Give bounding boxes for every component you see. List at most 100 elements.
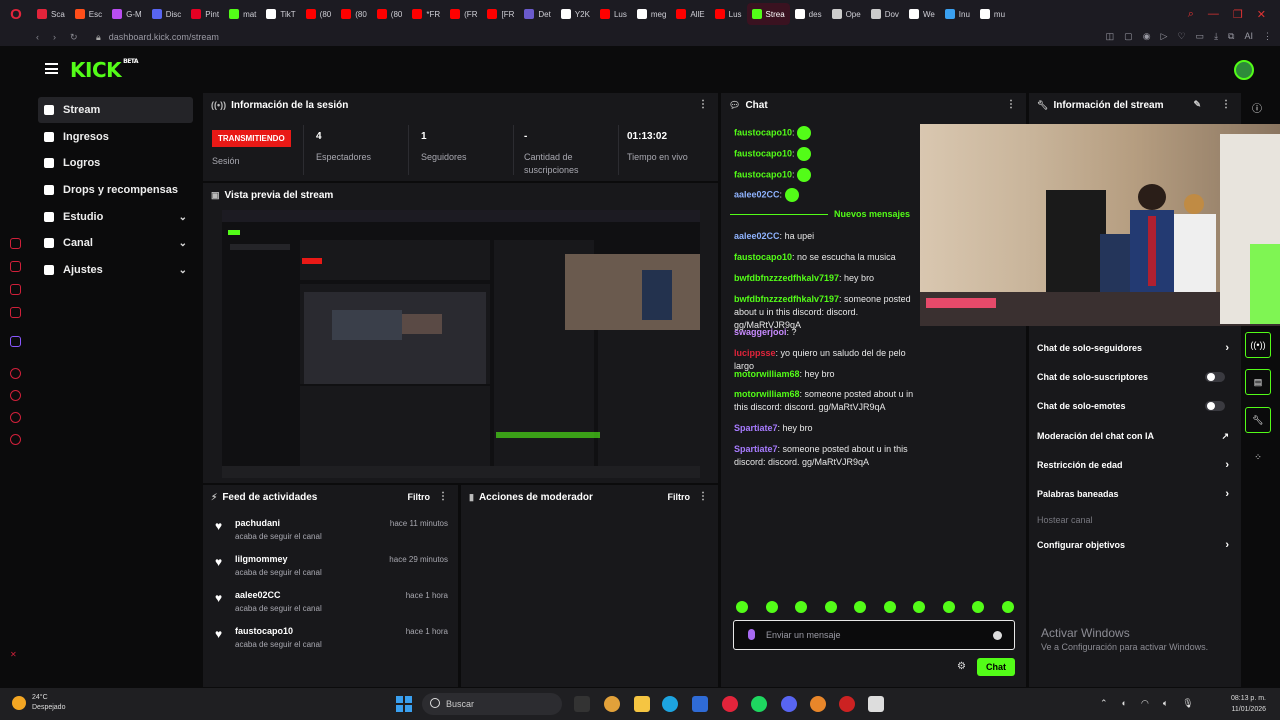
sidebar-app-icon[interactable] <box>10 390 21 401</box>
filter-button[interactable]: Filtro <box>668 492 691 502</box>
more-options-icon[interactable]: ⋮ <box>698 491 708 502</box>
more-options-icon[interactable]: ⋮ <box>698 99 708 110</box>
browser-tab[interactable]: Lus <box>710 3 747 25</box>
browser-tab[interactable]: Disc <box>147 3 187 25</box>
chat-username[interactable]: bwfdbfnzzzedfhkalv7197 <box>734 273 839 283</box>
app-icon[interactable] <box>810 696 826 712</box>
chat-username[interactable]: faustocapo10 <box>734 127 792 137</box>
emote-icon[interactable] <box>942 601 955 613</box>
browser-tab[interactable]: AllE <box>671 3 709 25</box>
browser-tab[interactable]: We <box>904 3 940 25</box>
more-options-icon[interactable]: ⋮ <box>1221 99 1231 110</box>
stream-control-row[interactable]: Restricción de edad › <box>1037 456 1229 474</box>
heart-icon[interactable]: ♡ <box>1177 31 1185 42</box>
chat-username[interactable]: Spartiate7 <box>734 423 778 433</box>
toggle-switch[interactable] <box>1205 372 1225 382</box>
chat-username[interactable]: bwfdbfnzzzedfhkalv7197 <box>734 294 839 304</box>
hamburger-menu-icon[interactable] <box>45 63 58 74</box>
chat-username[interactable]: motorwilliam68 <box>734 389 800 399</box>
emote-icon[interactable] <box>854 601 867 613</box>
network-icon[interactable]: ◐ <box>1122 698 1127 709</box>
opera-icon[interactable] <box>722 696 738 712</box>
browser-tab[interactable]: des <box>790 3 827 25</box>
browser-tab[interactable]: G-M <box>107 3 147 25</box>
chat-username[interactable]: lucippsse <box>734 348 776 358</box>
activity-user[interactable]: faustocapo10 <box>235 626 293 636</box>
sidebar-app-icon[interactable] <box>10 261 21 272</box>
browser-tab[interactable]: (80 <box>372 3 408 25</box>
obs-icon[interactable] <box>868 696 884 712</box>
browser-tab[interactable]: (80 <box>301 3 337 25</box>
microphone-icon[interactable] <box>748 629 755 640</box>
discord-icon[interactable] <box>781 696 797 712</box>
browser-tab[interactable]: TikT <box>261 3 300 25</box>
browser-tab[interactable]: Sca <box>32 3 70 25</box>
emote-icon[interactable] <box>913 601 926 613</box>
chat-username[interactable]: aalee02CC <box>734 231 780 241</box>
volume-icon[interactable]: 🔈︎ <box>1163 698 1168 709</box>
minimize-icon[interactable]: — <box>1208 8 1219 20</box>
sidebar-item-2[interactable]: Logros <box>38 150 193 176</box>
activity-user[interactable]: pachudani <box>235 518 280 528</box>
browser-tab[interactable]: mat <box>224 3 261 25</box>
activity-user[interactable]: aalee02CC <box>235 590 281 600</box>
browser-tab[interactable]: Lus <box>595 3 632 25</box>
chat-username[interactable]: swaggerjooi <box>734 327 787 337</box>
chat-username[interactable]: faustocapo10 <box>734 148 792 158</box>
emote-icon[interactable] <box>765 601 778 613</box>
stream-preview-video[interactable] <box>222 210 700 478</box>
sidebar-app-icon[interactable] <box>10 284 21 295</box>
kick-logo[interactable]: KICK BETA <box>70 58 139 82</box>
browser-tab[interactable]: Strea <box>746 3 790 25</box>
sidebar-item-3[interactable]: Drops y recompensas <box>38 177 193 203</box>
chat-username[interactable]: aalee02CC <box>734 189 780 199</box>
stream-control-row[interactable]: Configurar objetivos › <box>1037 536 1229 554</box>
close-icon[interactable]: ✕ <box>1257 8 1266 21</box>
sidebar-app-icon[interactable] <box>10 238 21 249</box>
sidebar-more-icon[interactable]: ✕ <box>10 650 21 661</box>
search-icon[interactable]: ⌕ <box>1188 8 1194 21</box>
webcam-overlay[interactable] <box>920 124 1280 326</box>
app-icon[interactable] <box>839 696 855 712</box>
chat-username[interactable]: faustocapo10 <box>734 252 792 262</box>
browser-tab[interactable]: Inu <box>940 3 975 25</box>
chevron-up-icon[interactable]: ⌃ <box>1100 698 1108 709</box>
avatar[interactable] <box>1234 60 1254 80</box>
ai-icon[interactable]: AI <box>1244 31 1253 42</box>
toggle-switch[interactable] <box>1205 401 1225 411</box>
browser-tab[interactable]: [FR <box>482 3 519 25</box>
more-options-icon[interactable]: ⋮ <box>438 491 448 502</box>
send-chat-button[interactable]: Chat <box>977 658 1015 676</box>
emote-icon[interactable] <box>883 601 896 613</box>
info-icon[interactable]: ⓘ <box>1252 100 1262 115</box>
stream-control-row[interactable]: Palabras baneadas › <box>1037 485 1229 503</box>
browser-tab[interactable]: Dov <box>866 3 904 25</box>
taskbar-search[interactable]: Buscar <box>422 693 562 715</box>
spotify-icon[interactable] <box>751 696 767 712</box>
sidebar-item-4[interactable]: Estudio ⌄ <box>38 204 193 230</box>
sidebar-app-icon[interactable] <box>10 336 21 347</box>
browser-tab[interactable]: Esc <box>70 3 107 25</box>
emote-icon[interactable] <box>736 601 748 613</box>
stream-control-row[interactable]: Chat de solo-emotes <box>1037 397 1229 415</box>
browser-tab[interactable]: meg <box>632 3 672 25</box>
browser-tab[interactable]: Y2K <box>556 3 595 25</box>
stream-control-row[interactable]: Moderación del chat con IA ↗ <box>1037 427 1229 445</box>
forward-icon[interactable]: › <box>53 32 56 43</box>
broadcast-icon[interactable]: ((•)) <box>1245 332 1271 358</box>
reload-icon[interactable]: ↻ <box>70 32 78 43</box>
extensions-icon[interactable]: ⧉ <box>1228 31 1234 42</box>
screenshot-icon[interactable]: ▢ <box>1124 31 1133 42</box>
edit-icon[interactable]: ✎ <box>1193 99 1201 110</box>
browser-tab[interactable]: Pint <box>186 3 224 25</box>
gear-icon[interactable]: ⚙︎ <box>957 661 966 672</box>
opera-logo-icon[interactable]: O <box>0 0 32 28</box>
browser-tab[interactable]: mu <box>975 3 1010 25</box>
download-icon[interactable]: ⤓ <box>1214 31 1218 42</box>
maximize-icon[interactable]: ❐ <box>1233 8 1243 21</box>
copilot-icon[interactable] <box>604 696 620 712</box>
url-field[interactable]: dashboard.kick.com/stream <box>109 32 219 42</box>
pin-icon[interactable]: ◫ <box>1106 31 1115 42</box>
taskbar-clock[interactable]: 08:13 p. m. 11/01/2026 <box>1231 693 1266 715</box>
sidebar-item-1[interactable]: Ingresos <box>38 124 193 150</box>
